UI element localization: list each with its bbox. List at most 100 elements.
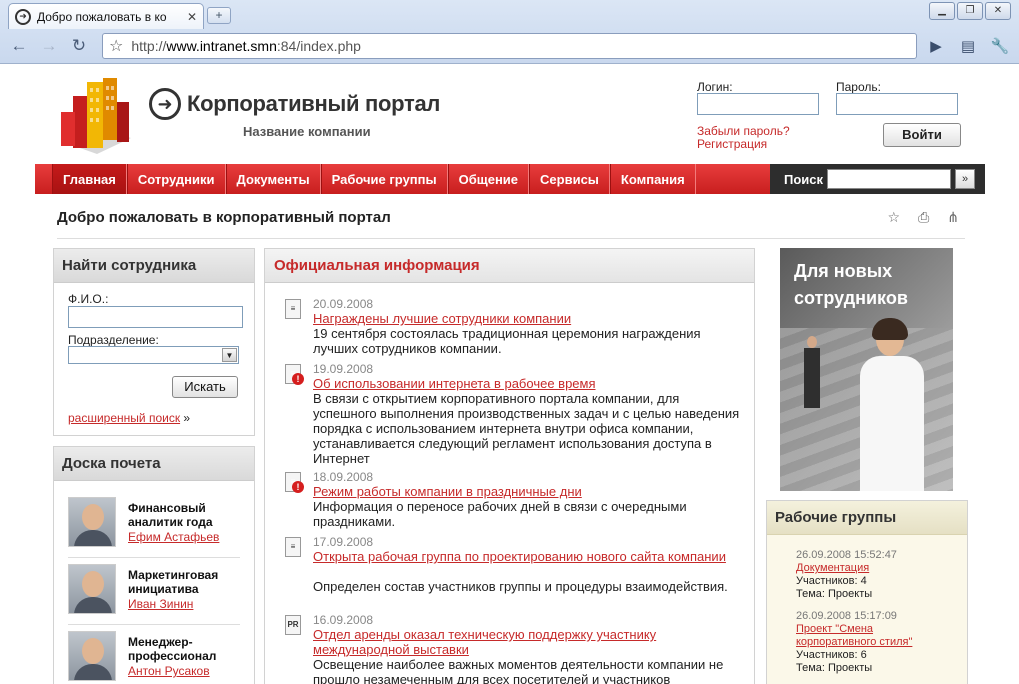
workgroup-link[interactable]: Документация	[796, 562, 966, 575]
reload-icon[interactable]: ↻	[66, 33, 92, 59]
news-link[interactable]: Режим работы компании в праздничные дни	[313, 484, 733, 499]
search-go-button[interactable]: »	[955, 169, 976, 189]
bookmark-star-icon[interactable]: ☆	[109, 36, 123, 56]
close-window-icon[interactable]: ✕	[985, 2, 1011, 20]
password-input[interactable]	[836, 93, 958, 115]
avatar	[68, 497, 116, 547]
workgroup-topic: Тема: Проекты	[796, 662, 873, 674]
forgot-password-link[interactable]: Забыли пароль?	[697, 124, 790, 138]
forward-icon[interactable]: →	[36, 33, 62, 59]
news-item: ≡ 19.09.2008 Об использовании интернета …	[285, 362, 740, 466]
portal-logo[interactable]: ➜ Корпоративный портал	[149, 88, 440, 120]
divider	[68, 557, 240, 558]
honor-item[interactable]: Финансовый аналитик года Ефим Астафьев	[68, 497, 240, 557]
divider	[68, 624, 240, 625]
department-select[interactable]: ▼	[68, 346, 239, 364]
company-name: Название компании	[243, 124, 371, 139]
login-input[interactable]	[697, 93, 819, 115]
news-text: 19 сентября состоялась традиционная цере…	[313, 326, 701, 356]
warning-document-icon: ≡	[285, 472, 304, 493]
nav-item-documents[interactable]: Документы	[225, 164, 321, 194]
official-news-title: Официальная информация	[265, 249, 754, 283]
honor-item[interactable]: Менеджер-профессионал Антон Русаков	[68, 631, 240, 684]
workgroup-members: Участников: 6	[796, 649, 867, 661]
news-link[interactable]: Отдел аренды оказал техническую поддержк…	[313, 627, 733, 657]
wrench-icon[interactable]: 🔧	[987, 33, 1013, 59]
banner-person-small	[802, 336, 822, 426]
arrow-right-icon: ➜	[149, 88, 181, 120]
news-text: В связи с открытием корпоративного порта…	[313, 391, 740, 466]
browser-tab[interactable]: ➜ Добро пожаловать в ко ✕	[8, 3, 204, 29]
tab-strip: ➜ Добро пожаловать в ко ✕ + ▁ ❐ ✕	[0, 0, 1019, 29]
arrow-favicon-icon: ➜	[15, 8, 31, 25]
search-input[interactable]	[827, 169, 952, 189]
avatar	[68, 631, 116, 681]
workgroups-title: Рабочие группы	[767, 501, 967, 535]
address-bar[interactable]: ☆ http://www.intranet.smn:84/index.php	[102, 33, 917, 59]
sitemap-icon[interactable]: ⋔	[947, 209, 959, 226]
nav-item-workgroups[interactable]: Рабочие группы	[320, 164, 448, 194]
favorite-star-icon[interactable]: ☆	[888, 209, 901, 226]
news-date: 17.09.2008	[313, 535, 374, 549]
page-menu-icon[interactable]: ▤	[955, 33, 981, 59]
login-button[interactable]: Войти	[883, 123, 961, 147]
building-logo-icon	[61, 78, 131, 154]
news-item: ≡ 18.09.2008 Режим работы компании в пра…	[285, 470, 740, 530]
honor-name-link[interactable]: Антон Русаков	[128, 664, 210, 678]
news-item: ≡ 20.09.2008 Награждены лучшие сотрудник…	[285, 297, 740, 357]
back-icon[interactable]: ←	[6, 33, 32, 59]
news-item: ≡ 17.09.2008 Открыта рабочая группа по п…	[285, 535, 740, 611]
nav-item-communication[interactable]: Общение	[447, 164, 530, 194]
news-link[interactable]: Об использовании интернета в рабочее вре…	[313, 376, 733, 391]
warning-document-icon: ≡	[285, 364, 304, 385]
find-employee-title: Найти сотрудника	[54, 249, 254, 283]
login-label: Логин:	[697, 80, 733, 94]
print-icon[interactable]: ⎙	[918, 209, 929, 226]
workgroup-item: 26.09.2008 15:52:47 Документация Участни…	[796, 549, 966, 601]
browser-toolbar: ← → ↻ ☆ http://www.intranet.smn:84/index…	[0, 30, 1019, 62]
web-page: ➜ Корпоративный портал Название компании…	[35, 64, 985, 684]
restore-icon[interactable]: ❐	[957, 2, 983, 20]
search-employee-button[interactable]: Искать	[172, 376, 238, 398]
chevron-down-icon: ▼	[222, 348, 237, 362]
workgroups-box: Рабочие группы 26.09.2008 15:52:47 Докум…	[766, 500, 968, 684]
go-icon[interactable]: ▶	[923, 33, 949, 59]
workgroup-link[interactable]: Проект "Смена корпоративного стиля"	[796, 623, 936, 649]
honor-title: Финансовый аналитик года	[128, 501, 213, 529]
window-controls: ▁ ❐ ✕	[929, 2, 1011, 20]
honor-item[interactable]: Маркетинговая инициатива Иван Зинин	[68, 564, 240, 624]
new-employees-banner[interactable]: Для новых сотрудников	[780, 248, 953, 491]
nav-item-services[interactable]: Сервисы	[529, 164, 610, 194]
news-text: Освещение наиболее важных моментов деяте…	[313, 657, 724, 684]
news-date: 19.09.2008	[313, 362, 374, 376]
workgroup-date: 26.09.2008 15:17:09	[796, 610, 897, 622]
honor-title: Маркетинговая инициатива	[128, 568, 219, 596]
official-news-box: Официальная информация ≡ 20.09.2008 Нагр…	[264, 248, 755, 684]
new-tab-button[interactable]: +	[207, 7, 231, 24]
workgroup-date: 26.09.2008 15:52:47	[796, 549, 897, 561]
news-text: Информация о переносе рабочих дней в свя…	[313, 499, 687, 529]
minimize-icon[interactable]: ▁	[929, 2, 955, 20]
fio-input[interactable]	[68, 306, 243, 328]
nav-item-employees[interactable]: Сотрудники	[126, 164, 226, 194]
site-search: Поиск »	[770, 164, 985, 194]
honor-name-link[interactable]: Ефим Астафьев	[128, 530, 219, 544]
portal-title: Корпоративный портал	[187, 91, 441, 116]
advanced-search-link[interactable]: расширенный поиск	[68, 411, 180, 425]
close-tab-icon[interactable]: ✕	[187, 10, 197, 24]
department-label: Подразделение:	[68, 333, 159, 347]
register-link[interactable]: Регистрация	[697, 137, 767, 151]
news-link[interactable]: Награждены лучшие сотрудники компании	[313, 311, 733, 326]
advanced-search: расширенный поиск »	[68, 411, 190, 425]
news-link[interactable]: Открыта рабочая группа по проектированию…	[313, 549, 733, 564]
workgroup-item: 26.09.2008 15:17:09 Проект "Смена корпор…	[796, 610, 936, 675]
nav-item-company[interactable]: Компания	[609, 164, 696, 194]
workgroup-members: Участников: 4	[796, 575, 867, 587]
site-header: ➜ Корпоративный портал Название компании…	[35, 64, 985, 164]
nav-item-home[interactable]: Главная	[52, 164, 127, 194]
password-label: Пароль:	[836, 80, 881, 94]
news-date: 18.09.2008	[313, 470, 374, 484]
document-icon: ≡	[285, 299, 301, 319]
page-title: Добро пожаловать в корпоративный портал	[57, 209, 391, 226]
honor-name-link[interactable]: Иван Зинин	[128, 597, 193, 611]
